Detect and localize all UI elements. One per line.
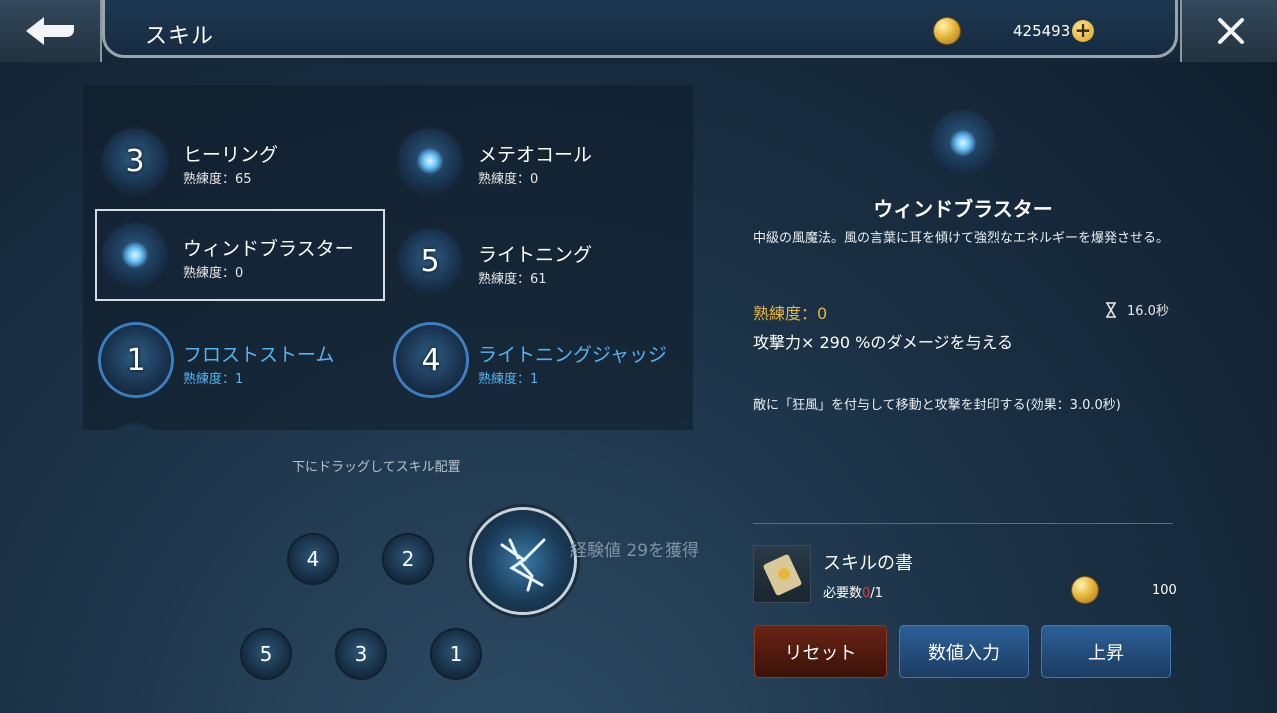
skill-badge: 3	[125, 143, 145, 179]
skill-name: フロストストーム	[183, 344, 335, 366]
back-arrow-icon	[26, 17, 74, 45]
gold-coin-icon	[1072, 577, 1098, 603]
skill-badge: 1	[126, 342, 146, 378]
slot-number: 2	[401, 547, 415, 571]
requirement-total: /1	[870, 586, 883, 601]
slot-number: 3	[354, 642, 368, 666]
skill-badge: 4	[421, 342, 441, 378]
skill-slot[interactable]: 3	[337, 630, 385, 678]
close-button[interactable]	[1180, 0, 1277, 62]
skill-slot[interactable]: 1	[432, 630, 480, 678]
skill-name: ライトニングジャッジ	[478, 344, 668, 366]
skill-proficiency: 熟練度：1	[183, 372, 244, 387]
damage-text: 攻撃力× 290 %のダメージを与える	[753, 333, 1014, 352]
skill-name: メテオコール	[478, 144, 593, 166]
skill-item-lightning[interactable]: 5 ライトニング 熟練度：61	[390, 215, 680, 307]
skill-book-icon	[753, 545, 811, 603]
selected-skill-icon	[930, 110, 996, 176]
skill-slot[interactable]: 2	[384, 535, 432, 583]
hourglass-icon	[1106, 301, 1116, 318]
requirement-label: 必要数	[823, 586, 863, 601]
skill-proficiency: 熟練度：0	[183, 266, 244, 281]
gold-coin-icon	[934, 18, 960, 44]
skill-item-meteor-call[interactable]: メテオコール 熟練度：0	[390, 115, 680, 207]
main-attack-slot[interactable]	[472, 510, 574, 612]
selected-skill-name: ウィンドブラスター	[873, 197, 1053, 221]
wind-glow-icon	[950, 130, 976, 156]
skill-badge: 5	[420, 243, 440, 279]
wind-glow-icon	[122, 242, 148, 268]
lightning-burst-icon	[500, 538, 546, 592]
skill-slot[interactable]: 4	[289, 535, 337, 583]
skill-proficiency: 熟練度：0	[478, 172, 539, 187]
effect-text: 敵に「狂風」を付与して移動と攻撃を封印する(効果：3.0.0秒)	[753, 398, 1121, 413]
skill-proficiency: 熟練度：65	[183, 172, 252, 187]
drag-hint: 下にドラッグしてスキル配置	[292, 460, 461, 475]
skill-item-lightning-judge[interactable]: 4 ライトニングジャッジ 熟練度：1	[390, 315, 680, 407]
cooldown-value: 16.0秒	[1127, 304, 1169, 319]
wind-skill-icon	[103, 223, 167, 287]
cooldown: 16.0秒	[1105, 300, 1169, 319]
skill-item-healing[interactable]: 3 ヒーリング 熟練度：65	[95, 115, 385, 207]
add-gold-button[interactable]: +	[1072, 20, 1094, 42]
partial-skill-icon[interactable]	[103, 423, 167, 430]
lightning-judge-skill-icon: 4	[396, 325, 466, 395]
meteor-glow-icon	[417, 148, 443, 174]
skill-name: ライトニング	[478, 244, 593, 266]
skill-item-wind-blaster[interactable]: ウィンドブラスター 熟練度：0	[95, 209, 385, 301]
lightning-skill-icon: 5	[398, 229, 462, 293]
skill-book-requirement: 必要数0/1	[823, 582, 883, 601]
skill-slot[interactable]: 5	[242, 630, 290, 678]
skill-name: ウィンドブラスター	[183, 238, 354, 260]
skill-proficiency: 熟練度：61	[478, 272, 547, 287]
slot-number: 5	[259, 642, 273, 666]
slot-number: 1	[449, 642, 463, 666]
page-title: スキル	[145, 24, 215, 49]
skill-name: ヒーリング	[183, 144, 279, 166]
gold-amount: 425493	[1013, 22, 1071, 40]
divider	[753, 523, 1173, 524]
back-button[interactable]	[0, 0, 102, 62]
reset-button[interactable]: リセット	[754, 625, 887, 678]
skill-item-frost-storm[interactable]: 1 フロストストーム 熟練度：1	[95, 315, 385, 407]
skill-description: 中級の風魔法。風の言葉に耳を傾けて強烈なエネルギーを爆発させる。	[753, 231, 1170, 246]
value-input-button[interactable]: 数値入力	[899, 625, 1029, 678]
frost-skill-icon: 1	[101, 325, 171, 395]
upgrade-cost: 100	[1152, 583, 1177, 598]
exp-gain-text: 経験値 29を獲得	[570, 541, 700, 561]
close-icon	[1217, 18, 1244, 44]
skill-list: 3 ヒーリング 熟練度：65 メテオコール 熟練度：0 ウィンドブラスター 熟練…	[83, 85, 693, 430]
meteor-skill-icon	[398, 129, 462, 193]
healing-skill-icon: 3	[103, 129, 167, 193]
selected-skill-proficiency: 熟練度：0	[753, 304, 828, 323]
slot-number: 4	[306, 547, 320, 571]
skill-proficiency: 熟練度：1	[478, 372, 539, 387]
upgrade-button[interactable]: 上昇	[1041, 625, 1171, 678]
scroll-icon	[763, 554, 802, 596]
skill-book-title: スキルの書	[823, 553, 913, 574]
